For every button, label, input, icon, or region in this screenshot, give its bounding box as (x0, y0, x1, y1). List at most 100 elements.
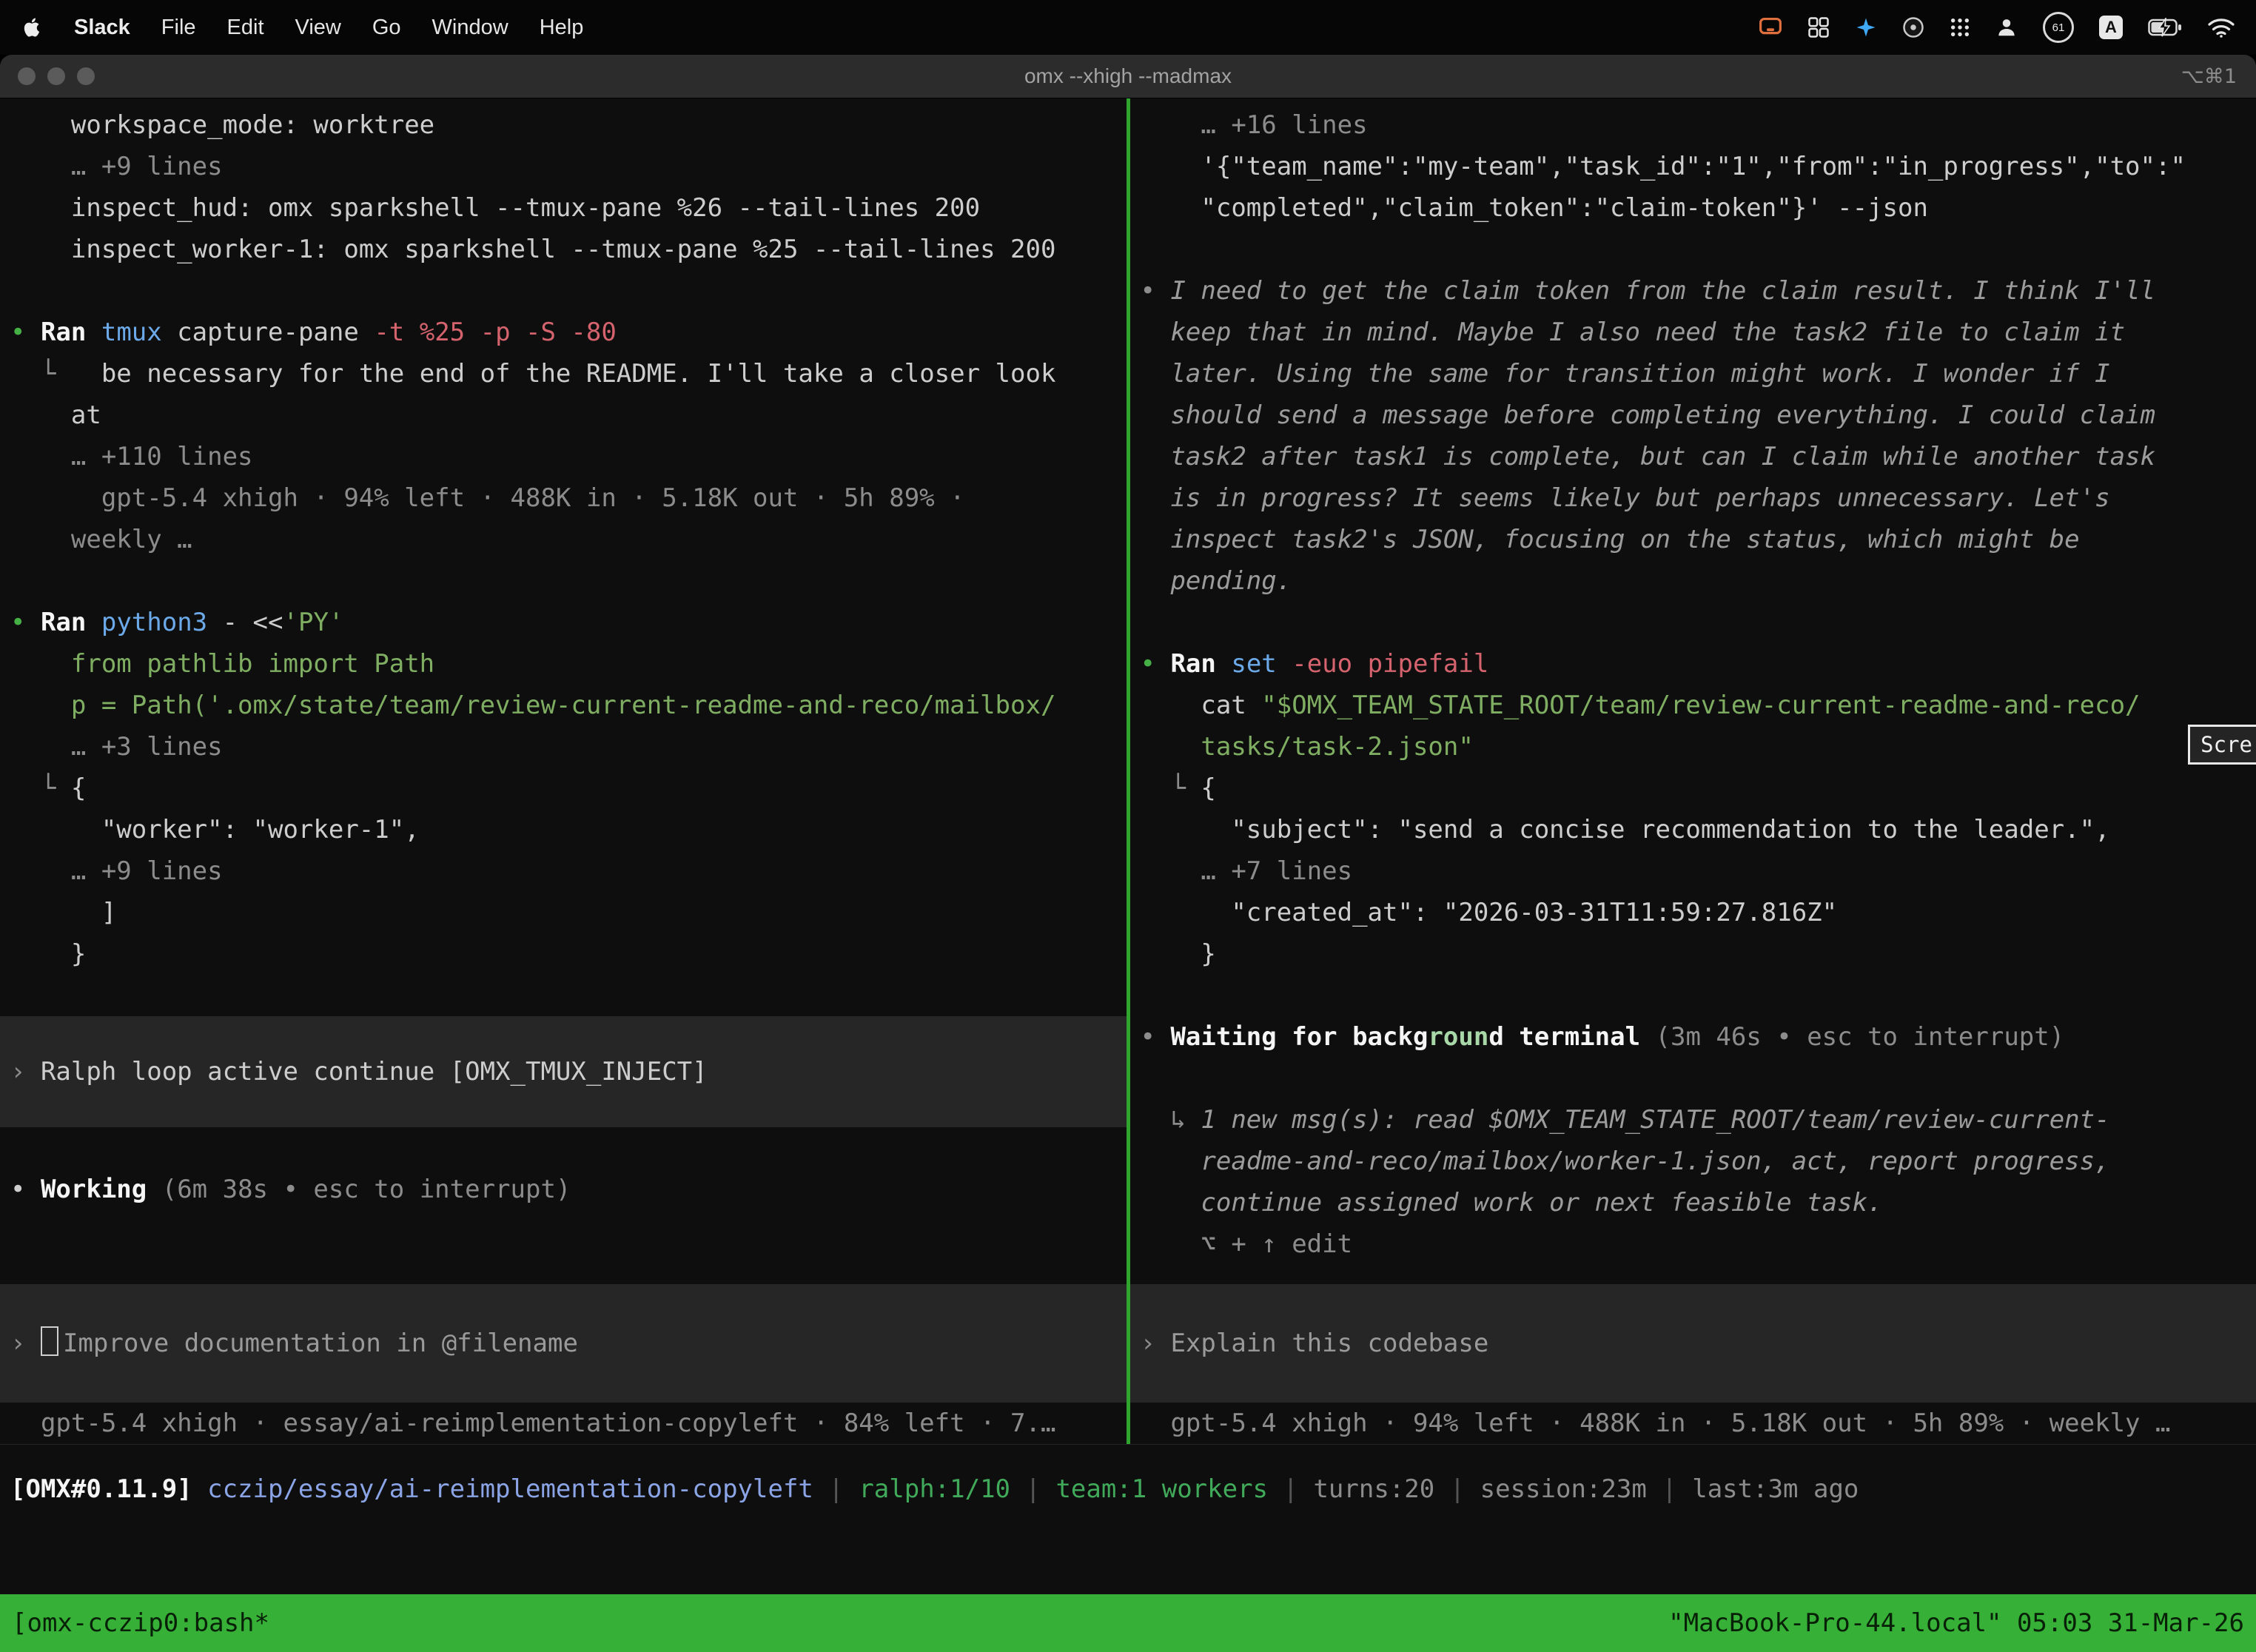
terminal-line (0, 560, 1127, 602)
terminal-line: "created_at": "2026-03-31T11:59:27.816Z" (1130, 892, 2256, 933)
terminal-line: "worker": "worker-1", (0, 809, 1127, 850)
apple-menu-icon[interactable] (21, 16, 43, 38)
text-segment: (3m 46s • esc to interrupt) (1656, 1022, 2065, 1052)
terminal-line: ⌥ + ↑ edit (1130, 1223, 2256, 1265)
terminal-line (1130, 229, 2256, 270)
text-segment: | (1647, 1474, 1692, 1504)
terminal-line (1130, 975, 2256, 1016)
screen-recording-icon[interactable] (1759, 17, 1782, 38)
text-segment: keep that in mind. Maybe I also need the… (1141, 318, 2126, 347)
menu-item-edit[interactable]: Edit (227, 16, 264, 40)
menu-item-file[interactable]: File (161, 16, 196, 40)
terminal-line: … +9 lines (0, 146, 1127, 187)
text-segment: -t %25 -p -S -80 (374, 318, 617, 347)
menu-bar-left: Slack File Edit View Go Window Help (21, 16, 583, 40)
text-segment: 'PY' (283, 608, 344, 637)
text-segment: ↳ (1141, 1105, 1201, 1135)
text-segment: turns:20 (1313, 1474, 1434, 1504)
terminal-line: "subject": "send a concise recommendatio… (1130, 809, 2256, 850)
text-segment: Ran (41, 318, 101, 347)
tmux-session-window[interactable]: [omx-cczip0:bash* (12, 1608, 269, 1638)
terminal-line: ] (0, 892, 1127, 933)
input-source-icon[interactable]: A (2099, 16, 2123, 39)
menu-item-view[interactable]: View (295, 16, 341, 40)
terminal-content: workspace_mode: worktree … +9 lines insp… (0, 98, 2256, 1444)
terminal-line: weekly … (0, 519, 1127, 560)
terminal-line: └ { (0, 768, 1127, 809)
tmux-host-clock: "MacBook-Pro-44.local" 05:03 31-Mar-26 (1668, 1608, 2244, 1638)
pane-right[interactable]: … +16 lines '{"team_name":"my-team","tas… (1130, 98, 2256, 1444)
text-segment: at (10, 400, 101, 430)
terminal-line: '{"team_name":"my-team","task_id":"1","f… (1130, 146, 2256, 187)
terminal-line: should send a message before completing … (1130, 394, 2256, 436)
text-segment: | (1434, 1474, 1480, 1504)
text-segment: -euo pipefail (1292, 649, 1488, 679)
text-segment: weekly … (10, 525, 192, 554)
zoom-button[interactable] (77, 67, 95, 85)
window-titlebar[interactable]: omx --xhigh --madmax ⌥⌘1 (0, 55, 2256, 98)
terminal-line: continue assigned work or next feasible … (1130, 1182, 2256, 1223)
close-button[interactable] (18, 67, 36, 85)
session-footer-left: gpt-5.4 xhigh · essay/ai-reimplementatio… (0, 1403, 1127, 1444)
battery-icon[interactable] (2148, 18, 2182, 37)
screen-notification[interactable]: Scre (2188, 725, 2256, 765)
dots-grid-icon[interactable] (1950, 17, 1970, 38)
terminal-line: inspect task2's JSON, focusing on the st… (1130, 519, 2256, 560)
prompt-input-right[interactable]: › Explain this codebase (1130, 1284, 2256, 1403)
terminal-line: task2 after task1 is complete, but can I… (1130, 436, 2256, 477)
text-segment: Ralph loop active continue [OMX_TMUX_INJ… (41, 1057, 708, 1087)
person-icon[interactable] (1995, 16, 2018, 38)
terminal-line: └ be necessary for the end of the README… (0, 353, 1127, 394)
terminal-line: from pathlib import Path (0, 643, 1127, 685)
pane-right-scrollback[interactable]: … +16 lines '{"team_name":"my-team","tas… (1130, 98, 2256, 1284)
wifi-icon[interactable] (2207, 16, 2235, 38)
active-app-menu[interactable]: Slack (74, 16, 130, 40)
text-segment: tasks/task-2.json" (1141, 732, 1474, 762)
text-segment: inspect_hud: omx sparkshell --tmux-pane … (10, 193, 980, 223)
text-segment: › (1141, 1329, 1171, 1358)
blue-app-icon[interactable] (1855, 16, 1877, 38)
text-segment: • (1141, 1022, 1171, 1052)
pane-left[interactable]: workspace_mode: worktree … +9 lines insp… (0, 98, 1127, 1444)
text-segment: { (71, 773, 86, 803)
text-segment: … +9 lines (10, 856, 223, 886)
terminal-line: … +110 lines (0, 436, 1127, 477)
text-segment: • (10, 608, 41, 637)
terminal-line: is in progress? It seems likely but perh… (1130, 477, 2256, 519)
text-segment: • (10, 318, 41, 347)
text-segment: continue assigned work or next feasible … (1141, 1188, 1883, 1218)
text-segment: └ (10, 773, 71, 803)
text-segment: Ran (41, 608, 101, 637)
text-segment: Improve documentation in @filename (63, 1329, 578, 1358)
session-footer-right: gpt-5.4 xhigh · 94% left · 488K in · 5.1… (1130, 1403, 2256, 1444)
text-segment: is in progress? It seems likely but perh… (1141, 483, 2110, 513)
text-segment: "worker": "worker-1", (10, 815, 420, 845)
window-title: omx --xhigh --madmax (0, 64, 2256, 88)
text-segment: team:1 workers (1055, 1474, 1268, 1504)
text-segment: pending. (1141, 566, 1292, 596)
pane-left-scrollback[interactable]: workspace_mode: worktree … +9 lines insp… (0, 98, 1127, 1284)
dark-app-icon[interactable] (1902, 16, 1924, 38)
battery-ring-badge[interactable]: 61 (2043, 12, 2074, 43)
terminal-line (1130, 602, 2256, 643)
menu-item-help[interactable]: Help (540, 16, 584, 40)
terminal-line: inspect_hud: omx sparkshell --tmux-pane … (0, 187, 1127, 229)
text-segment: be necessary for the end of the README. … (101, 359, 1056, 389)
text-segment: "created_at": "2026-03-31T11:59:27.816Z" (1141, 898, 1838, 927)
minimize-button[interactable] (47, 67, 65, 85)
text-segment: p = Path('.omx/state/team/review-current… (10, 691, 1055, 720)
terminal-line: … +16 lines (1130, 104, 2256, 146)
menu-item-go[interactable]: Go (372, 16, 401, 40)
text-segment: • (1141, 276, 1171, 306)
menu-item-window[interactable]: Window (432, 16, 508, 40)
terminal-line (0, 1127, 1127, 1169)
terminal-line (0, 975, 1127, 1016)
text-segment: } (1141, 939, 1216, 969)
text-segment: gpt-5.4 xhigh · essay/ai-reimplementatio… (10, 1408, 1055, 1438)
terminal-line: • I need to get the claim token from the… (1130, 270, 2256, 312)
text-segment: task2 after task1 is complete, but can I… (1141, 442, 2155, 471)
terminal-line: } (1130, 933, 2256, 975)
window-grid-icon[interactable] (1807, 16, 1830, 38)
text-segment: └ (1141, 773, 1201, 803)
prompt-input-left[interactable]: › Improve documentation in @filename (0, 1284, 1127, 1403)
